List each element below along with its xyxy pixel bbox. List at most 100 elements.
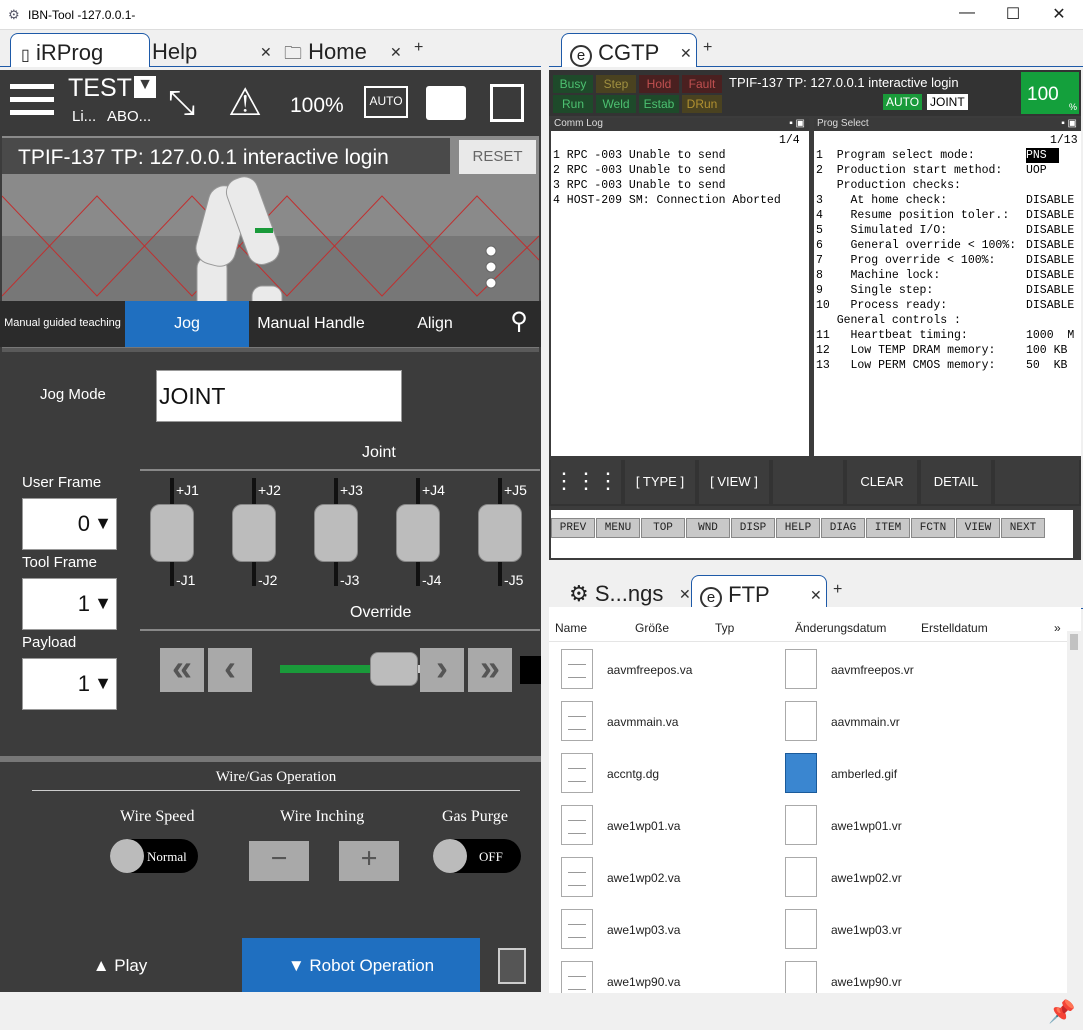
- tab-close-icon[interactable]: ✕: [390, 44, 402, 61]
- file-name[interactable]: awe1wp90.vr: [831, 975, 902, 989]
- teach-pendant-toggle-icon[interactable]: [498, 948, 526, 984]
- override-handle[interactable]: [370, 652, 418, 686]
- tab-settings[interactable]: ⚙ S...ngs ✕: [559, 575, 691, 609]
- fkey-view[interactable]: VIEW: [956, 518, 1000, 538]
- more-columns-icon[interactable]: »: [1054, 621, 1061, 635]
- override-down-button[interactable]: ‹: [208, 648, 252, 692]
- tab-close-icon[interactable]: ✕: [679, 586, 691, 603]
- wire-inching-plus-button[interactable]: +: [339, 841, 399, 881]
- override-fast-down-button[interactable]: «: [160, 648, 204, 692]
- jog-mode-field[interactable]: JOINT: [156, 370, 402, 422]
- menu-icon[interactable]: [10, 84, 54, 115]
- auto-mode-icon[interactable]: AUTO: [364, 86, 408, 118]
- wire-speed-toggle[interactable]: Normal: [110, 839, 198, 873]
- maximize-icon[interactable]: ☐: [990, 4, 1036, 24]
- gas-purge-toggle[interactable]: OFF: [433, 839, 521, 873]
- file-name[interactable]: aavmfreepos.vr: [831, 663, 914, 677]
- progselect-window[interactable]: Prog Select ▪ ▣ 1/13 1 Program select mo…: [814, 118, 1081, 456]
- file-name[interactable]: aavmfreepos.va: [607, 663, 692, 677]
- progselect-row[interactable]: 4 Resume position toler.: DISABLE: [814, 208, 1081, 223]
- wire-inching-minus-button[interactable]: −: [249, 841, 309, 881]
- tab-irprog[interactable]: ▯ iRProg: [10, 33, 150, 67]
- progselect-row[interactable]: 3 At home check: DISABLE: [814, 193, 1081, 208]
- softkey-view[interactable]: [ VIEW ]: [699, 460, 769, 504]
- file-name[interactable]: aavmmain.va: [607, 715, 678, 729]
- weld-torch-icon[interactable]: ⤡: [168, 84, 195, 123]
- progselect-row[interactable]: Production checks:: [814, 178, 1081, 193]
- file-name[interactable]: aavmmain.vr: [831, 715, 900, 729]
- close-icon[interactable]: ✕: [1036, 4, 1082, 24]
- fkey-item[interactable]: ITEM: [866, 518, 910, 538]
- tab-manual-handle[interactable]: Manual Handle: [249, 301, 373, 347]
- tab-manual-guided-teaching[interactable]: Manual guided teaching: [0, 301, 125, 347]
- fkey-top[interactable]: TOP: [641, 518, 685, 538]
- new-tab-icon[interactable]: +: [703, 39, 712, 57]
- no-device-icon[interactable]: [490, 84, 524, 122]
- override-value[interactable]: 100%: [290, 94, 344, 118]
- pin-icon[interactable]: ⚲: [497, 301, 541, 347]
- fkey-help[interactable]: HELP: [776, 518, 820, 538]
- tab-ftp[interactable]: e FTP ✕: [691, 575, 827, 609]
- new-tab-icon[interactable]: +: [414, 39, 423, 57]
- tab-home[interactable]: 🗀 Home ✕: [284, 33, 404, 67]
- fkey-next[interactable]: NEXT: [1001, 518, 1045, 538]
- file-name[interactable]: amberled.gif: [831, 767, 897, 781]
- window-controls-icon[interactable]: ▪ ▣: [1061, 118, 1077, 129]
- progselect-row[interactable]: 9 Single step: DISABLE: [814, 283, 1081, 298]
- progselect-row[interactable]: 7 Prog override < 100%: DISABLE: [814, 253, 1081, 268]
- grid-menu-icon[interactable]: ⋮⋮⋮: [551, 460, 621, 504]
- fkey-prev[interactable]: PREV: [551, 518, 595, 538]
- softkey-empty[interactable]: [773, 460, 843, 504]
- window-controls-icon[interactable]: ▪ ▣: [789, 118, 805, 129]
- file-name[interactable]: awe1wp02.va: [607, 871, 680, 885]
- fkey-disp[interactable]: DISP: [731, 518, 775, 538]
- tab-close-icon[interactable]: ✕: [680, 45, 692, 62]
- commlog-line[interactable]: 4 HOST-209 SM: Connection Aborted: [553, 193, 781, 208]
- col-header-type[interactable]: Typ: [715, 621, 734, 635]
- file-name[interactable]: awe1wp02.vr: [831, 871, 902, 885]
- progselect-row[interactable]: 12 Low TEMP DRAM memory: 100 KB: [814, 343, 1081, 358]
- robot-operation-button[interactable]: ▼ Robot Operation: [242, 938, 480, 992]
- commlog-line[interactable]: 3 RPC -003 Unable to send: [553, 178, 726, 193]
- pin-icon[interactable]: 📌: [1048, 999, 1075, 1025]
- program-dropdown-icon[interactable]: ▼: [134, 76, 156, 98]
- progselect-row[interactable]: 1 Program select mode: PNS: [814, 148, 1081, 163]
- override-fast-up-button[interactable]: »: [468, 648, 512, 692]
- softkey-type[interactable]: [ TYPE ]: [625, 460, 695, 504]
- play-button[interactable]: ▲ Play: [0, 938, 240, 992]
- progselect-row[interactable]: 13 Low PERM CMOS memory: 50 KB: [814, 358, 1081, 373]
- tab-close-icon[interactable]: ✕: [810, 587, 822, 604]
- softkey-detail[interactable]: DETAIL: [921, 460, 991, 504]
- pane-splitter[interactable]: [541, 31, 549, 993]
- tab-help[interactable]: Help ✕: [152, 33, 277, 67]
- file-name[interactable]: accntg.dg: [607, 767, 659, 781]
- col-header-size[interactable]: Größe: [635, 621, 669, 635]
- fkey-menu[interactable]: MENU: [596, 518, 640, 538]
- new-tab-icon[interactable]: +: [833, 581, 842, 599]
- file-name[interactable]: awe1wp03.vr: [831, 923, 902, 937]
- override-up-button[interactable]: ›: [420, 648, 464, 692]
- file-name[interactable]: awe1wp01.va: [607, 819, 680, 833]
- commlog-line[interactable]: 2 RPC -003 Unable to send: [553, 163, 726, 178]
- payload-select[interactable]: 1 ▼: [22, 658, 117, 710]
- tab-cgtp[interactable]: e CGTP ✕: [561, 33, 697, 67]
- progselect-row[interactable]: 6 General override < 100%: DISABLE: [814, 238, 1081, 253]
- progselect-row[interactable]: 10 Process ready: DISABLE: [814, 298, 1081, 313]
- progselect-row[interactable]: 2 Production start method: UOP: [814, 163, 1081, 178]
- commlog-window[interactable]: Comm Log ▪ ▣ 1/4 1 RPC -003 Unable to se…: [551, 118, 809, 456]
- softkey-clear[interactable]: CLEAR: [847, 460, 917, 504]
- fkey-wnd[interactable]: WND: [686, 518, 730, 538]
- fkey-diag[interactable]: DIAG: [821, 518, 865, 538]
- col-header-name[interactable]: Name: [555, 621, 587, 635]
- progselect-row[interactable]: 11 Heartbeat timing: 1000 M: [814, 328, 1081, 343]
- vertical-scrollbar[interactable]: [1067, 631, 1081, 993]
- file-name[interactable]: awe1wp90.va: [607, 975, 680, 989]
- col-header-created[interactable]: Erstelldatum: [921, 621, 988, 635]
- warning-icon[interactable]: ⚠: [228, 80, 262, 125]
- col-header-modified[interactable]: Änderungsdatum: [795, 621, 886, 635]
- user-frame-select[interactable]: 0 ▼: [22, 498, 117, 550]
- file-name[interactable]: awe1wp01.vr: [831, 819, 902, 833]
- commlog-line[interactable]: 1 RPC -003 Unable to send: [553, 148, 726, 163]
- tab-align[interactable]: Align: [373, 301, 497, 347]
- reset-button[interactable]: RESET: [459, 140, 536, 174]
